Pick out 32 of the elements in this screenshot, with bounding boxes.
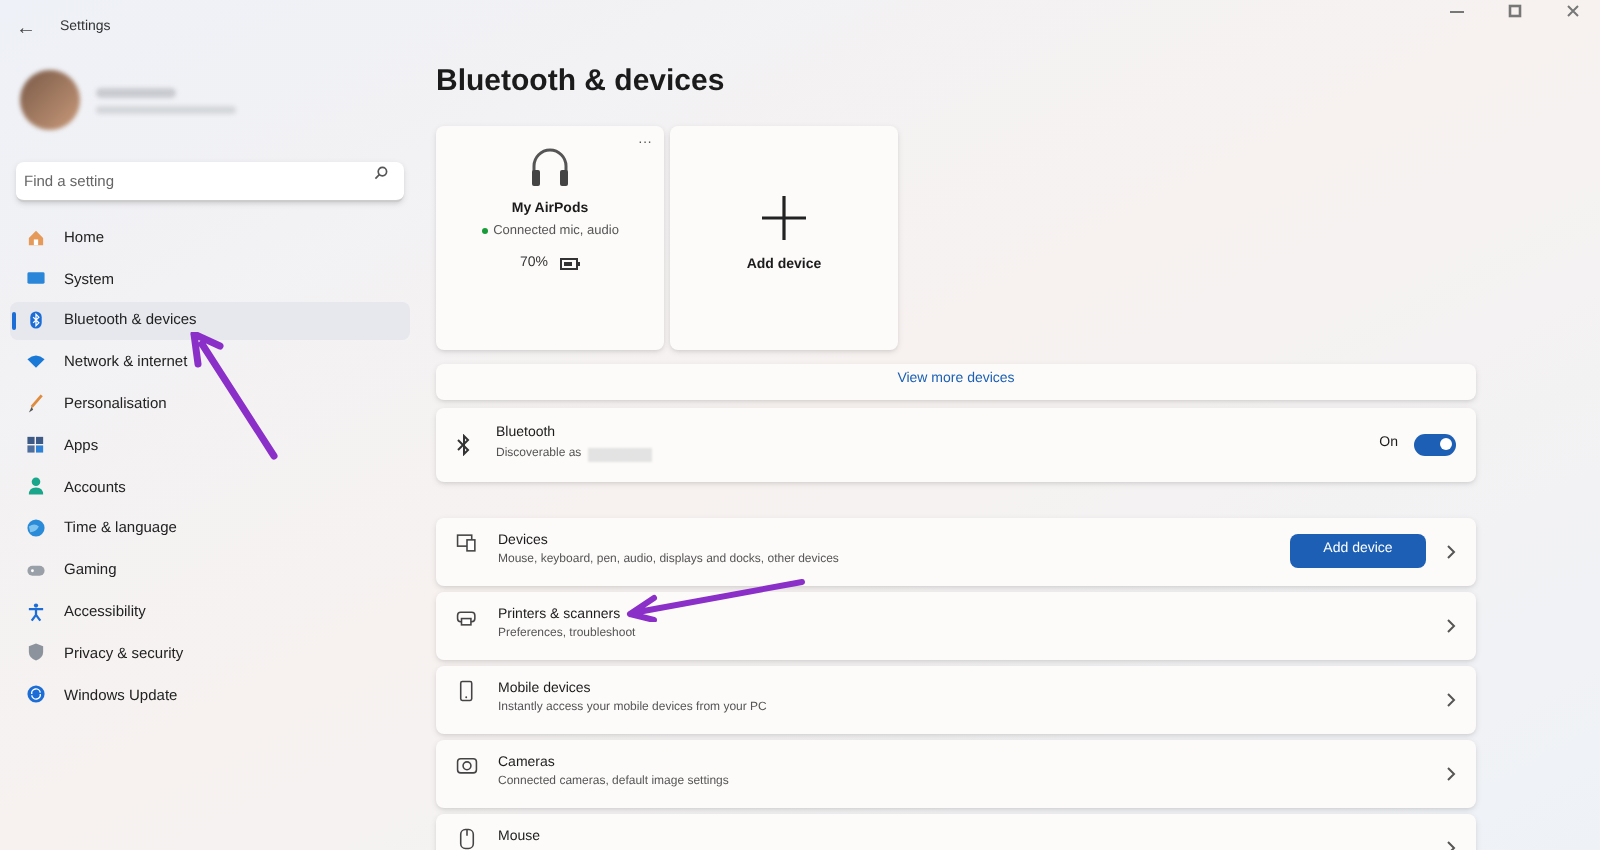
search-icon (374, 166, 388, 180)
home-icon (26, 227, 46, 247)
bluetooth-icon (26, 310, 46, 331)
close-icon[interactable] (1566, 4, 1580, 18)
back-button[interactable]: ← (16, 13, 36, 43)
apps-icon (26, 434, 46, 455)
plus-icon (762, 196, 806, 241)
chevron-right-icon (1446, 765, 1456, 781)
maximize-icon[interactable] (1508, 4, 1522, 18)
wifi-icon (26, 351, 46, 372)
camera-icon (456, 753, 478, 775)
accessibility-icon (26, 601, 46, 622)
monitor-icon (26, 268, 46, 289)
shield-icon (26, 642, 46, 663)
phone-icon (456, 679, 478, 701)
globe-icon (26, 518, 46, 539)
toggle-switch[interactable] (1414, 433, 1456, 455)
page-title: Bluetooth & devices (436, 62, 727, 102)
update-icon (26, 684, 46, 705)
bluetooth-icon (456, 433, 472, 455)
mouse-icon (456, 827, 478, 849)
chevron-right-icon (1446, 617, 1456, 633)
blurred-device-name (587, 447, 652, 462)
chevron-right-icon (1446, 543, 1456, 559)
annotation-arrow (190, 332, 280, 460)
battery-icon (560, 258, 580, 270)
blurred-account-name (96, 87, 176, 97)
devices-icon (456, 531, 478, 553)
avatar (20, 70, 80, 130)
chevron-right-icon (1446, 691, 1456, 707)
person-icon (26, 476, 46, 497)
brush-icon (26, 393, 46, 414)
